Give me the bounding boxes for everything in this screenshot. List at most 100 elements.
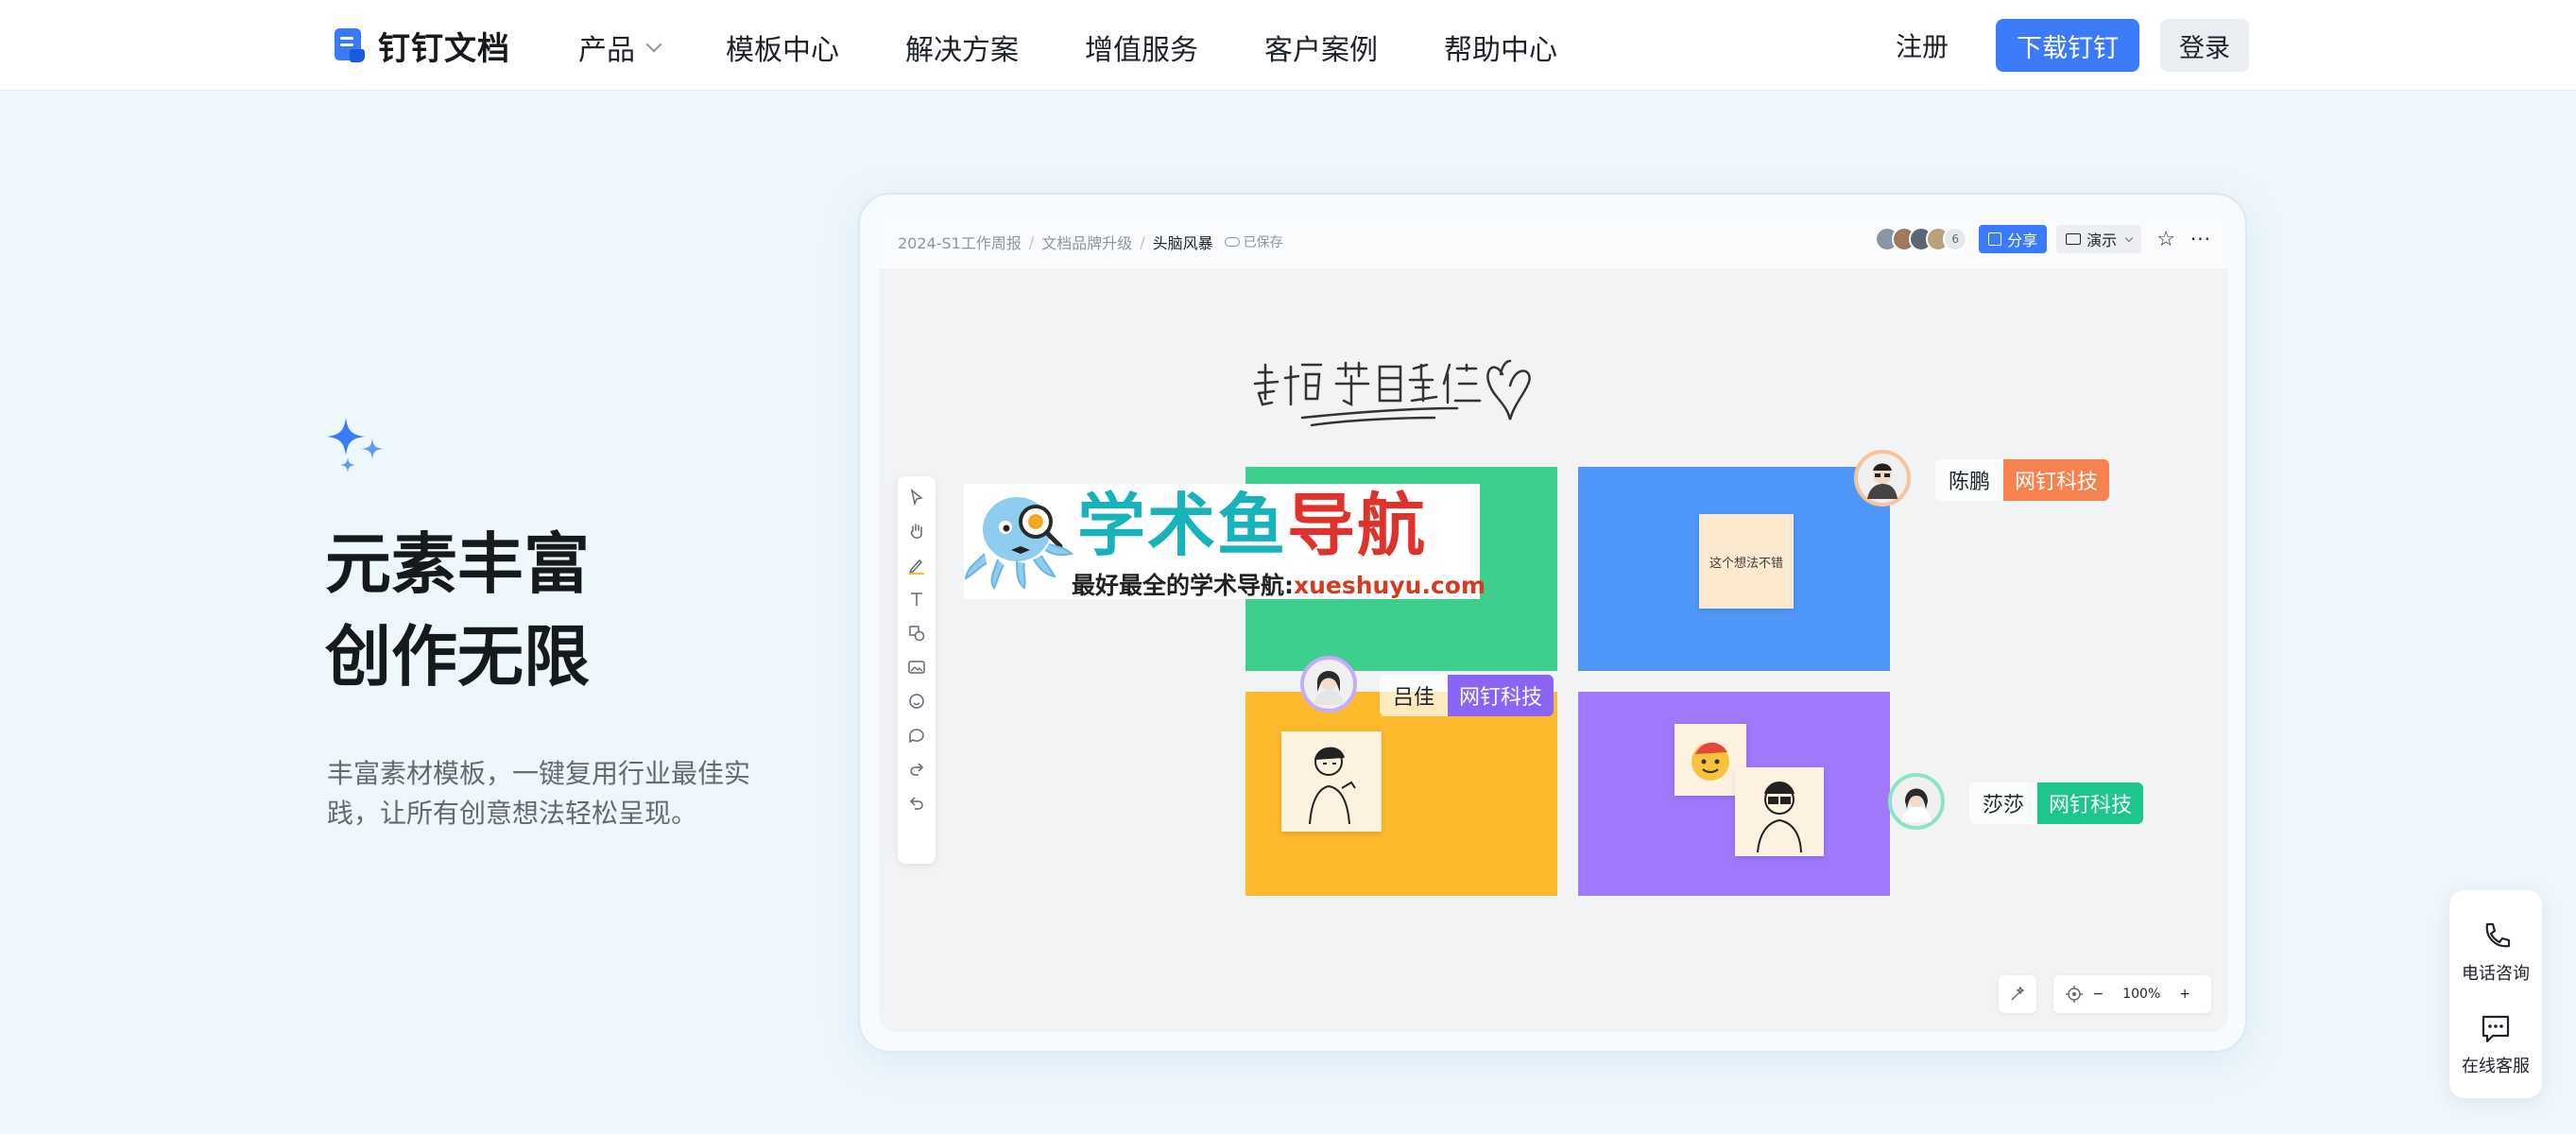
nav-actions: 注册 下载钉钉 登录 <box>1896 19 2249 72</box>
hero-title: 元素丰富 创作无限 <box>325 518 590 703</box>
product-preview: 2024-S1工作周报 / 文档品牌升级 / 头脑风暴 已保存 6 分享 演示 … <box>858 193 2247 1053</box>
zoom-controls: − 100% + <box>1998 975 2211 1013</box>
emoji-tool-icon[interactable] <box>907 692 926 711</box>
menu-item-solutions[interactable]: 解决方案 <box>905 26 1019 68</box>
zoom-level: 100% <box>2122 987 2161 1002</box>
online-service-button[interactable]: 在线客服 <box>2449 1013 2542 1077</box>
magic-wand-button[interactable] <box>1998 975 2036 1013</box>
main-menu: 产品 模板中心 解决方案 增值服务 客户案例 帮助中心 <box>578 26 1623 68</box>
user-tag-chenpeng: 陈鹏 网钉科技 <box>1935 459 2110 501</box>
pen-tool-icon[interactable] <box>907 556 926 575</box>
present-button[interactable]: 演示 <box>2056 225 2142 253</box>
menu-label: 增值服务 <box>1085 34 1198 67</box>
collaborator-avatars[interactable]: 6 <box>1875 227 1968 251</box>
menu-item-templates[interactable]: 模板中心 <box>726 26 839 68</box>
share-button[interactable]: 分享 <box>1979 225 2048 253</box>
octopus-mascot-icon <box>964 497 1074 590</box>
more-icon[interactable]: ··· <box>2190 228 2211 250</box>
download-button[interactable]: 下载钉钉 <box>1996 19 2139 72</box>
whiteboard-preview: 2024-S1工作周报 / 文档品牌升级 / 头脑风暴 已保存 6 分享 演示 … <box>879 214 2228 1032</box>
zoom-out-icon[interactable]: − <box>2093 987 2104 1002</box>
sparkle-icon <box>327 418 384 472</box>
chat-icon <box>2482 1015 2510 1043</box>
menu-label: 解决方案 <box>905 34 1019 67</box>
breadcrumb-item[interactable]: 2024-S1工作周报 <box>898 231 1022 253</box>
menu-label: 模板中心 <box>726 34 839 67</box>
share-label: 分享 <box>2007 232 2038 249</box>
redo-icon[interactable] <box>907 760 926 779</box>
sticky-note[interactable]: 这个想法不错 <box>1699 514 1794 609</box>
whiteboard-toolbar <box>898 476 936 864</box>
text-tool-icon[interactable] <box>907 590 926 609</box>
user-company: 网钉科技 <box>1448 675 1554 716</box>
zoom-bar: − 100% + <box>2052 975 2211 1013</box>
menu-item-cases[interactable]: 客户案例 <box>1264 26 1378 68</box>
watermark-title-part2: 导航 <box>1287 486 1428 565</box>
breadcrumb-separator: / <box>1140 232 1145 251</box>
present-label: 演示 <box>2087 232 2118 249</box>
register-link[interactable]: 注册 <box>1896 26 1949 64</box>
user-name: 吕佳 <box>1380 675 1449 716</box>
user-tag-lvjia: 吕佳 网钉科技 <box>1380 675 1554 716</box>
star-icon[interactable]: ☆ <box>2156 228 2175 251</box>
document-header: 2024-S1工作周报 / 文档品牌升级 / 头脑风暴 已保存 6 分享 演示 … <box>879 214 2228 268</box>
handwritten-heading <box>1253 359 1531 427</box>
collaborator-count: 6 <box>1943 227 1968 251</box>
menu-label: 帮助中心 <box>1444 34 1557 67</box>
hero-description: 丰富素材模板，一键复用行业最佳实践，让所有创意想法轻松呈现。 <box>327 758 751 829</box>
phone-consult-label: 电话咨询 <box>2462 964 2530 984</box>
floating-service-panel: 电话咨询 在线客服 <box>2449 890 2542 1098</box>
brand-name: 钉钉文档 <box>378 29 510 68</box>
hand-tool-icon[interactable] <box>907 522 926 541</box>
breadcrumb-separator: / <box>1028 232 1035 251</box>
undo-icon[interactable] <box>907 794 926 813</box>
watermark-title: 学术鱼导航 <box>1077 486 1427 565</box>
user-company: 网钉科技 <box>2037 782 2144 824</box>
user-company: 网钉科技 <box>2003 459 2110 501</box>
save-status: 已保存 <box>1224 232 1283 251</box>
cloud-icon <box>1224 237 1240 247</box>
phone-icon <box>2485 922 2511 948</box>
avatar-chenpeng[interactable] <box>1854 450 1911 507</box>
share-icon <box>1988 232 2002 246</box>
illustration-woman[interactable] <box>1281 731 1382 832</box>
zoom-in-icon[interactable]: + <box>2179 987 2190 1002</box>
hero-title-line-2: 创作无限 <box>325 618 590 696</box>
document-actions: 6 分享 演示 ☆ ··· <box>1875 225 2211 253</box>
avatar-lvjia[interactable] <box>1300 656 1357 713</box>
breadcrumb: 2024-S1工作周报 / 文档品牌升级 / 头脑风暴 已保存 <box>898 231 1283 253</box>
menu-item-value-added[interactable]: 增值服务 <box>1085 26 1198 68</box>
user-name: 陈鹏 <box>1935 459 2004 501</box>
illustration-man-sunglasses[interactable] <box>1735 767 1824 856</box>
select-tool-icon[interactable] <box>907 488 926 507</box>
login-button[interactable]: 登录 <box>2160 19 2249 72</box>
save-status-label: 已保存 <box>1243 235 1283 250</box>
watermark-subtitle-text: 最好最全的学术导航: <box>1072 572 1294 599</box>
shape-tool-icon[interactable] <box>907 624 926 643</box>
menu-item-help[interactable]: 帮助中心 <box>1444 26 1557 68</box>
hero-title-line-1: 元素丰富 <box>325 525 590 603</box>
brand-logo[interactable]: 钉钉文档 <box>333 25 510 68</box>
menu-item-product[interactable]: 产品 <box>578 26 662 68</box>
watermark-title-part1: 学术鱼 <box>1077 486 1288 565</box>
presentation-icon <box>2066 233 2082 245</box>
chevron-down-icon <box>645 36 662 53</box>
phone-consult-button[interactable]: 电话咨询 <box>2449 920 2542 985</box>
avatar-shasha[interactable] <box>1888 773 1945 830</box>
watermark-logo: 学术鱼导航 最好最全的学术导航:xueshuyu.com <box>964 484 1485 599</box>
locate-icon[interactable] <box>2065 985 2084 1004</box>
menu-label: 客户案例 <box>1264 34 1378 67</box>
breadcrumb-item[interactable]: 文档品牌升级 <box>1041 231 1132 253</box>
comment-tool-icon[interactable] <box>907 726 926 745</box>
user-name: 莎莎 <box>1969 782 2038 824</box>
user-tag-shasha: 莎莎 网钉科技 <box>1969 782 2144 824</box>
dingtalk-docs-icon <box>333 26 367 64</box>
magic-wand-icon <box>2010 986 2025 1001</box>
top-nav: 钉钉文档 产品 模板中心 解决方案 增值服务 客户案例 帮助中心 注册 下载钉钉… <box>0 0 2576 91</box>
chevron-down-icon <box>2124 233 2134 242</box>
watermark-url: xueshuyu.com <box>1294 572 1485 599</box>
breadcrumb-current: 头脑风暴 <box>1152 234 1213 252</box>
menu-label: 产品 <box>578 34 635 67</box>
image-tool-icon[interactable] <box>907 658 926 677</box>
watermark-subtitle: 最好最全的学术导航:xueshuyu.com <box>1072 567 1485 601</box>
